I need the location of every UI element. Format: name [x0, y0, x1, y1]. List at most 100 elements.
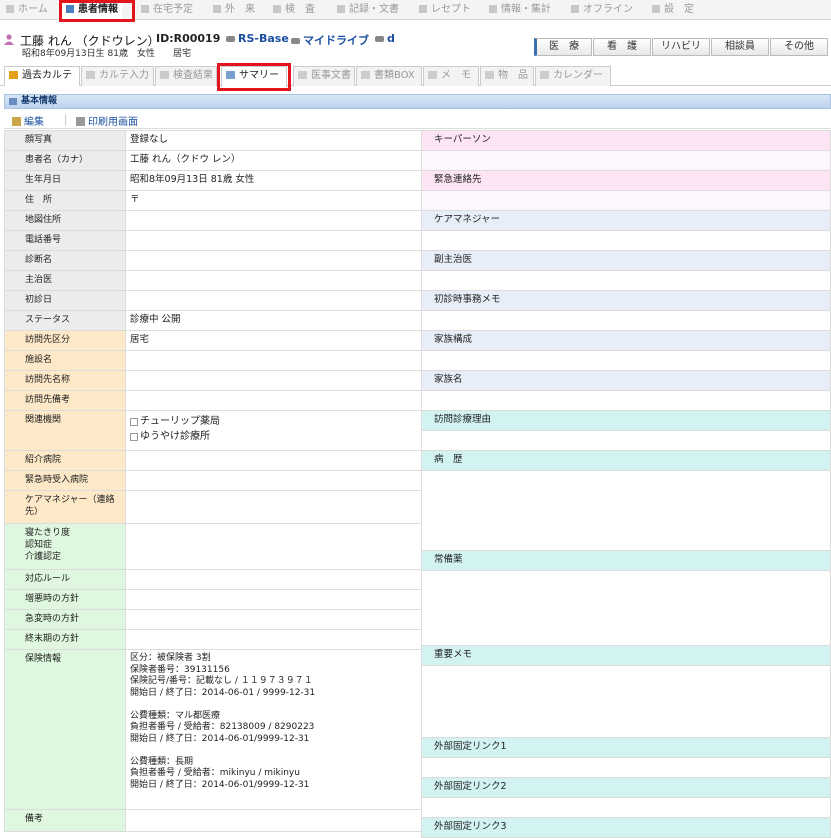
related-institution-item[interactable]: ゆうやけ診療所 — [130, 429, 417, 444]
field-label: 緊急時受入病院 — [4, 470, 126, 491]
document-icon — [298, 71, 307, 79]
chart-icon — [9, 71, 18, 79]
detail-value — [421, 270, 831, 291]
detail-value-row — [421, 150, 831, 171]
label-line: 紹介病院 — [25, 455, 62, 465]
field-value — [125, 390, 422, 411]
info-row: 訪問先区分 居宅 — [4, 330, 422, 351]
detail-label-row: キーパーソン — [421, 130, 831, 151]
tab-document-box[interactable]: 書類BOX — [356, 66, 422, 86]
label-line: ケアマネジャー（連絡先） — [25, 495, 115, 517]
receipt-icon — [419, 5, 427, 13]
tab-summary[interactable]: サマリー — [221, 66, 287, 87]
field-value: 工藤 れん（クドウ レン） — [125, 150, 422, 171]
link-d[interactable]: d — [375, 32, 395, 45]
detail-label: 副主治医 — [421, 250, 831, 271]
nav-label: 記録・文書 — [349, 4, 399, 15]
info-row: 紹介病院 — [4, 450, 422, 471]
detail-label-row: 訪問診療理由 — [421, 410, 831, 431]
nav-receipt[interactable]: レセプト — [419, 0, 471, 20]
field-label: 施設名 — [4, 350, 126, 371]
calendar-icon — [540, 71, 549, 79]
nav-patient-info[interactable]: 患者情報 — [62, 0, 122, 20]
info-row: 保険情報 区分：被保険者 3割 保険者番号：39131156 保険記号/番号：記載… — [4, 649, 422, 810]
value-text: 居宅 — [130, 334, 150, 345]
field-label: 訪問先名称 — [4, 370, 126, 391]
offline-icon — [571, 5, 579, 13]
info-row: 緊急時受入病院 — [4, 470, 422, 491]
field-value — [125, 629, 422, 650]
patient-subinfo: 昭和8年09月13日生 81歳 女性 居宅 — [22, 49, 191, 59]
record-icon — [337, 5, 345, 13]
info-row: 増悪時の方針 — [4, 589, 422, 610]
info-row: 関連機関 チューリップ薬局 ゆうやけ診療所 — [4, 410, 422, 451]
info-row: 住 所 〒 — [4, 190, 422, 211]
tab-past-charts[interactable]: 過去カルテ — [4, 66, 80, 86]
edit-button[interactable]: 編集 — [12, 113, 44, 128]
role-button-counselor[interactable]: 相談員 — [711, 38, 769, 56]
link-label: RS-Base — [238, 32, 289, 45]
tab-supplies[interactable]: 物 品 — [480, 66, 534, 86]
tab-label: カレンダー — [553, 70, 603, 81]
detail-value — [421, 230, 831, 251]
nav-stats[interactable]: 情報・集計 — [489, 0, 551, 20]
print-view-button[interactable]: 印刷用画面 — [76, 113, 138, 128]
role-button-medical[interactable]: 医 療 — [534, 38, 592, 56]
nav-offline[interactable]: オフライン — [571, 0, 633, 20]
detail-label-row: 重要メモ — [421, 645, 831, 666]
related-institution-item[interactable]: チューリップ薬局 — [130, 414, 417, 429]
nav-settings[interactable]: 設 定 — [652, 0, 694, 20]
label-line: 緊急時受入病院 — [25, 475, 89, 485]
label-line: 主治医 — [25, 275, 53, 285]
role-button-nursing[interactable]: 看 護 — [593, 38, 651, 56]
link-rs-base[interactable]: RS-Base — [226, 32, 289, 45]
tab-label: 過去カルテ — [22, 70, 72, 81]
field-label: ステータス — [4, 310, 126, 331]
top-navigation: ホーム 患者情報 在宅予定 外 来 検 査 記録・文書 レセプト 情報・集計 オ… — [0, 0, 831, 20]
info-row: ステータス 診療中 公開 — [4, 310, 422, 331]
field-value — [125, 230, 422, 251]
nav-label: 検 査 — [285, 4, 315, 15]
nav-exam[interactable]: 検 査 — [273, 0, 315, 20]
detail-value — [421, 150, 831, 171]
role-button-rehab[interactable]: リハビリ — [652, 38, 710, 56]
tab-exam-results[interactable]: 検査結果 — [155, 66, 217, 86]
nav-label: レセプト — [431, 4, 471, 15]
detail-value-row — [421, 797, 831, 818]
nav-home[interactable]: ホーム — [6, 0, 48, 20]
nav-outpatient[interactable]: 外 来 — [213, 0, 255, 20]
tab-memo[interactable]: メ モ — [423, 66, 479, 86]
nav-home-schedule[interactable]: 在宅予定 — [141, 0, 193, 20]
settings-icon — [652, 5, 660, 13]
info-row: ケアマネジャー（連絡先） — [4, 490, 422, 524]
detail-value — [421, 430, 831, 451]
role-button-other[interactable]: その他 — [770, 38, 828, 56]
field-label: 顔写真 — [4, 130, 126, 151]
field-label: 患者名（カナ） — [4, 150, 126, 171]
detail-value-row — [421, 310, 831, 331]
detail-value — [421, 470, 831, 551]
field-value: 〒 — [125, 190, 422, 211]
link-my-drive[interactable]: マイドライブ — [291, 32, 369, 48]
tab-calendar[interactable]: カレンダー — [535, 66, 611, 86]
field-value — [125, 589, 422, 610]
detail-value-row — [421, 230, 831, 251]
field-value — [125, 270, 422, 291]
detail-label-row: 家族構成 — [421, 330, 831, 351]
value-text: 登録なし — [130, 134, 169, 145]
label-line: 初診日 — [25, 295, 53, 305]
nav-label: 外 来 — [225, 4, 255, 15]
link-label: d — [387, 32, 395, 45]
nav-records[interactable]: 記録・文書 — [337, 0, 399, 20]
tab-chart-input[interactable]: カルテ入力 — [81, 66, 154, 86]
field-value — [125, 470, 422, 491]
label-line: 備考 — [25, 814, 44, 824]
field-label: 寝たきり度 認知症 介護認定 — [4, 523, 126, 570]
tab-label: サマリー — [239, 70, 279, 81]
detail-label-row: 家族名 — [421, 370, 831, 391]
info-row: 診断名 — [4, 250, 422, 271]
supplies-icon — [485, 71, 494, 79]
label-line: 終末期の方針 — [25, 634, 80, 644]
print-label: 印刷用画面 — [88, 117, 138, 128]
tab-medical-documents[interactable]: 医事文書 — [293, 66, 355, 86]
